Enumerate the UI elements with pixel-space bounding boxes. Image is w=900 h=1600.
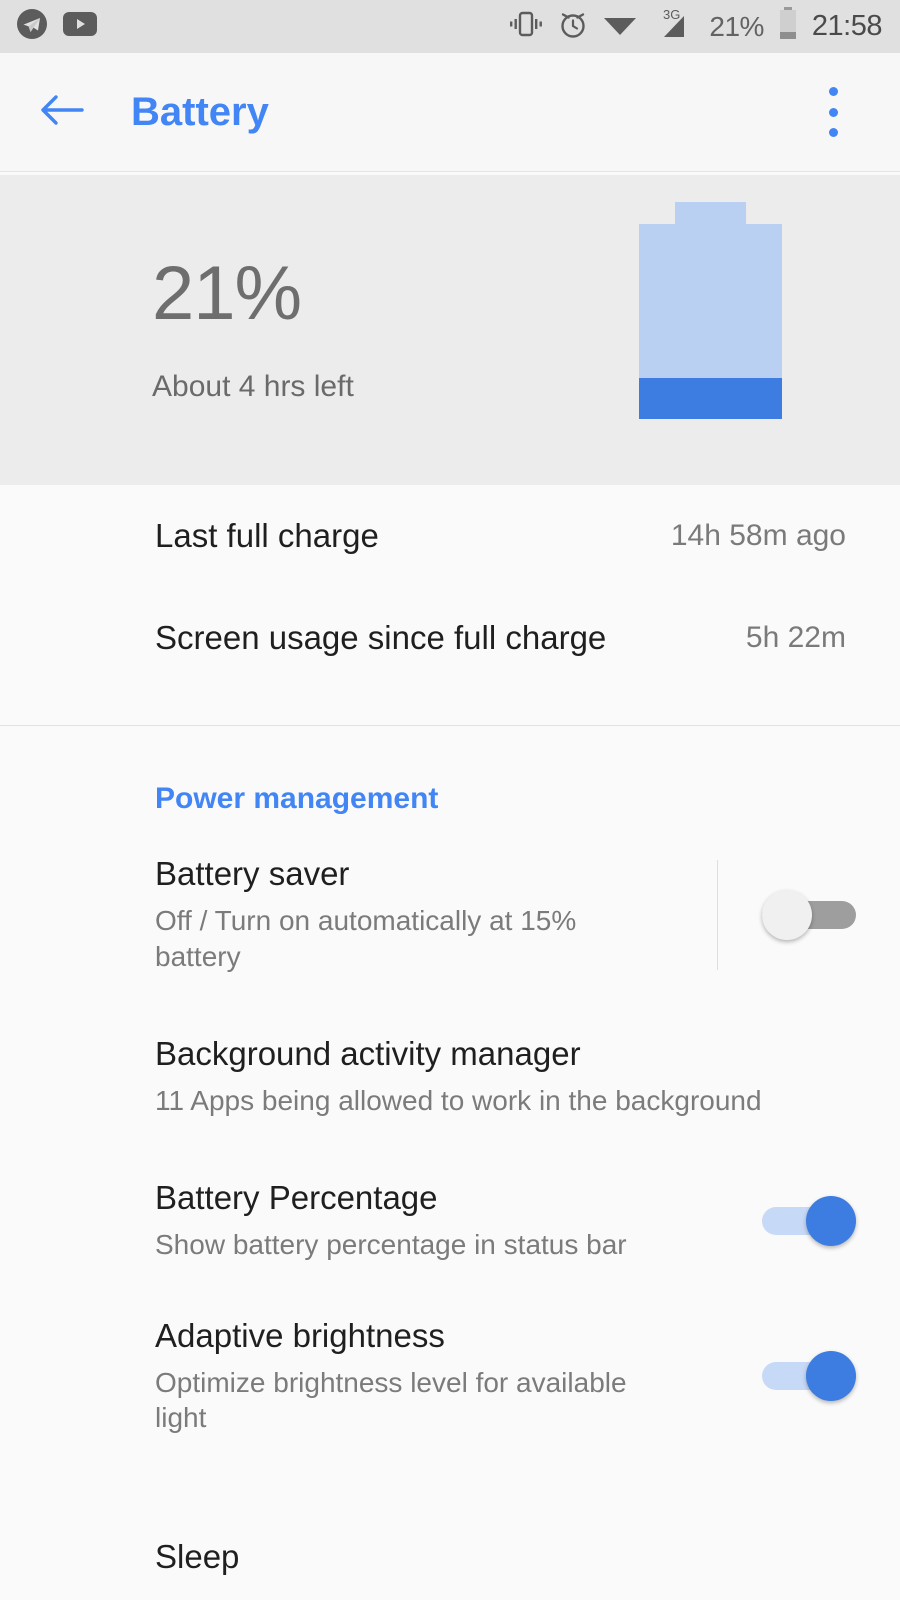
alarm-icon xyxy=(557,8,589,45)
more-vertical-icon-dot xyxy=(828,87,838,96)
back-button[interactable] xyxy=(32,82,92,142)
battery-summary-text: 21% About 4 hrs left xyxy=(152,256,354,404)
more-vertical-icon-dot xyxy=(828,128,838,137)
battery-status-icon xyxy=(778,7,798,46)
battery-graphic-fill xyxy=(639,378,782,419)
battery-info-section: Last full charge 14h 58m ago Screen usag… xyxy=(0,485,900,726)
list-item-adaptive-brightness[interactable]: Adaptive brightness Optimize brightness … xyxy=(0,1317,900,1437)
status-bar-notifications xyxy=(16,8,98,45)
list-item[interactable]: Last full charge 14h 58m ago xyxy=(0,485,900,587)
last-full-charge-value: 14h 58m ago xyxy=(670,519,846,552)
list-item-battery-percentage[interactable]: Battery Percentage Show battery percenta… xyxy=(0,1171,900,1271)
screen-usage-label: Screen usage since full charge xyxy=(155,619,607,656)
adaptive-brightness-title: Adaptive brightness xyxy=(155,1316,445,1354)
section-divider xyxy=(0,725,900,726)
app-bar: Battery xyxy=(0,53,900,172)
battery-settings-screen: 3G 21% 21:58 Battery 21% About 4 hrs lef… xyxy=(0,0,900,1600)
toggle-thumb xyxy=(806,1195,856,1246)
list-item[interactable]: Screen usage since full charge 5h 22m xyxy=(0,587,900,689)
adaptive-brightness-text: Adaptive brightness Optimize brightness … xyxy=(155,1317,681,1437)
youtube-icon xyxy=(62,11,98,42)
signal-3g-icon: 3G xyxy=(651,7,695,46)
battery-percentage-control xyxy=(681,1195,856,1246)
toggle-thumb xyxy=(806,1351,856,1402)
list-item-battery-saver[interactable]: Battery saver Off / Turn on automaticall… xyxy=(0,855,900,975)
adaptive-brightness-toggle[interactable] xyxy=(762,1351,856,1402)
svg-text:3G: 3G xyxy=(663,7,680,22)
battery-saver-control xyxy=(681,859,856,970)
screen-usage-value: 5h 22m xyxy=(745,621,846,654)
toggle-thumb xyxy=(762,889,812,940)
battery-percentage-text: Battery Percentage Show battery percenta… xyxy=(155,1179,681,1263)
wifi-icon xyxy=(603,11,637,42)
battery-percent-large: 21% xyxy=(152,251,302,336)
battery-saver-toggle[interactable] xyxy=(762,889,856,940)
last-full-charge-label: Last full charge xyxy=(155,517,379,554)
list-item-background-activity-manager[interactable]: Background activity manager 11 Apps bein… xyxy=(0,1027,900,1127)
status-bar-system-icons: 3G 21% 21:58 xyxy=(509,7,883,46)
adaptive-brightness-subtitle: Optimize brightness level for available … xyxy=(155,1366,627,1434)
battery-percentage-subtitle: Show battery percentage in status bar xyxy=(155,1228,627,1260)
power-management-list: Battery saver Off / Turn on automaticall… xyxy=(0,855,900,1436)
list-item-sleep[interactable]: Sleep xyxy=(155,1538,239,1576)
telegram-icon xyxy=(16,8,48,45)
battery-saver-text: Battery saver Off / Turn on automaticall… xyxy=(155,855,681,975)
battery-saver-subtitle: Off / Turn on automatically at 15% batte… xyxy=(155,904,577,972)
battery-percentage-title: Battery Percentage xyxy=(155,1178,438,1216)
more-vertical-icon-dot xyxy=(828,107,838,117)
battery-summary-card: 21% About 4 hrs left xyxy=(0,175,900,485)
adaptive-brightness-control xyxy=(681,1351,856,1402)
battery-graphic-body xyxy=(639,224,782,419)
background-activity-title: Background activity manager xyxy=(155,1034,581,1072)
back-arrow-icon xyxy=(38,91,86,134)
status-clock: 21:58 xyxy=(811,10,883,42)
background-activity-text: Background activity manager 11 Apps bein… xyxy=(155,1035,856,1119)
background-activity-subtitle: 11 Apps being allowed to work in the bac… xyxy=(155,1084,762,1116)
status-battery-percent: 21% xyxy=(709,10,764,42)
overflow-menu-button[interactable] xyxy=(810,81,856,143)
page-title: Battery xyxy=(131,89,269,134)
power-management-header: Power management xyxy=(155,782,439,815)
battery-time-remaining: About 4 hrs left xyxy=(152,370,354,403)
battery-saver-title: Battery saver xyxy=(155,855,350,892)
battery-level-graphic xyxy=(639,202,782,419)
battery-percentage-toggle[interactable] xyxy=(762,1195,856,1246)
battery-graphic-nub xyxy=(675,202,746,224)
status-bar: 3G 21% 21:58 xyxy=(0,0,900,53)
vibrate-icon xyxy=(509,9,543,44)
vertical-divider xyxy=(717,859,718,970)
